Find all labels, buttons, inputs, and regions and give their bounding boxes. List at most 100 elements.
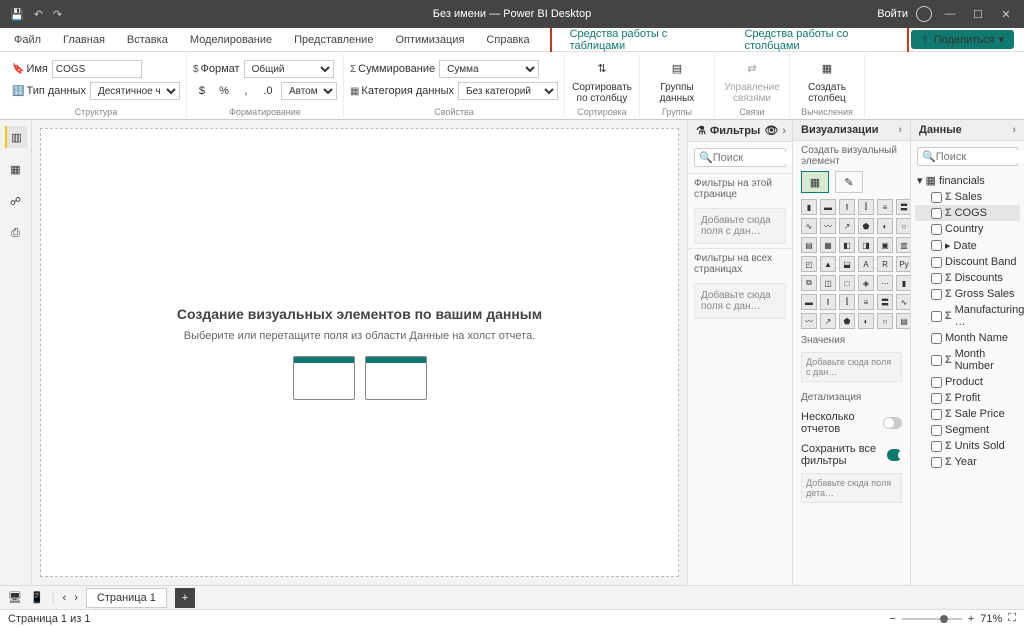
field-checkbox[interactable] — [931, 257, 942, 268]
zoom-slider[interactable] — [902, 618, 962, 620]
mobile-icon[interactable]: 📱 — [30, 591, 44, 604]
viz-type-button[interactable]: ⋯ — [877, 275, 893, 291]
data-view-button[interactable]: ▦ — [5, 158, 27, 180]
field-month number[interactable]: ΣMonth Number — [915, 346, 1020, 374]
tab-view[interactable]: Представление — [284, 31, 383, 49]
tab-column-tools[interactable]: Средства работы со столбцами — [726, 26, 906, 54]
viz-values-drop[interactable]: Добавьте сюда поля с дан… — [801, 352, 902, 382]
sort-column-button[interactable]: ⇅ Сортировать по столбцу — [571, 54, 633, 106]
field-year[interactable]: ΣYear — [915, 454, 1020, 470]
viz-type-button[interactable]: ▬ — [801, 294, 817, 310]
tab-help[interactable]: Справка — [476, 31, 539, 49]
chevron-right-icon[interactable]: ▸ — [945, 239, 951, 252]
name-input[interactable] — [52, 60, 142, 78]
collapse-icon[interactable]: › — [782, 125, 786, 137]
viz-type-button[interactable]: ◫ — [820, 275, 836, 291]
decimals-select[interactable]: Автома… — [281, 82, 337, 100]
viz-type-button[interactable]: ◐ — [877, 218, 893, 234]
viz-type-button[interactable]: ⫿ — [839, 294, 855, 310]
viz-type-button[interactable]: ≡ — [858, 294, 874, 310]
tab-home[interactable]: Главная — [53, 31, 115, 49]
viz-type-button[interactable]: ◰ — [801, 256, 817, 272]
page-tab-1[interactable]: Страница 1 — [86, 588, 167, 608]
viz-drill-drop[interactable]: Добавьте сюда поля дета… — [801, 473, 902, 503]
viz-type-button[interactable]: ▮ — [801, 199, 817, 215]
zoom-in-button[interactable]: + — [968, 613, 974, 625]
thousands-button[interactable]: , — [237, 82, 255, 100]
data-search-input[interactable] — [936, 151, 1024, 163]
cat-select[interactable]: Без категорий — [458, 82, 558, 100]
viz-type-button[interactable]: ⫾ — [820, 294, 836, 310]
field-checkbox[interactable] — [931, 425, 942, 436]
viz-type-button[interactable]: A — [858, 256, 874, 272]
percent-button[interactable]: % — [215, 82, 233, 100]
viz-type-button[interactable]: ⫿ — [858, 199, 874, 215]
field-checkbox[interactable] — [931, 240, 942, 251]
field-segment[interactable]: Segment — [915, 422, 1020, 438]
viz-type-button[interactable]: ▤ — [801, 237, 817, 253]
field-checkbox[interactable] — [931, 333, 942, 344]
tab-file[interactable]: Файл — [4, 31, 51, 49]
viz-type-button[interactable]: ▣ — [877, 237, 893, 253]
table-name[interactable]: financials — [939, 175, 985, 187]
viz-type-button[interactable]: 〰 — [820, 218, 836, 234]
collapse-icon[interactable]: › — [1012, 124, 1016, 136]
viz-type-button[interactable]: □ — [839, 275, 855, 291]
dax-view-button[interactable]: ⎙ — [5, 222, 27, 244]
viz-type-button[interactable]: ⧉ — [801, 275, 817, 291]
save-icon[interactable]: 💾 — [10, 8, 24, 21]
maximize-icon[interactable]: ☐ — [968, 8, 988, 21]
field-checkbox[interactable] — [931, 355, 942, 366]
field-checkbox[interactable] — [931, 457, 942, 468]
collapse-icon[interactable]: › — [898, 124, 902, 136]
viz-type-button[interactable]: ▲ — [820, 256, 836, 272]
viz-format-mode[interactable]: ✎ — [835, 171, 863, 193]
field-checkbox[interactable] — [931, 441, 942, 452]
viz-type-button[interactable]: ⬟ — [858, 218, 874, 234]
tab-optimize[interactable]: Оптимизация — [385, 31, 474, 49]
prev-page-icon[interactable]: ‹ — [63, 592, 67, 604]
viz-type-button[interactable]: ⬟ — [839, 313, 855, 329]
viz-type-button[interactable]: ↗ — [839, 218, 855, 234]
share-button[interactable]: ⇧ Поделиться ▾ — [911, 30, 1015, 49]
field-checkbox[interactable] — [931, 224, 942, 235]
new-column-button[interactable]: ▦ Создать столбец — [796, 54, 858, 106]
viz-type-button[interactable]: ⫾ — [839, 199, 855, 215]
field-sales[interactable]: ΣSales — [915, 189, 1020, 205]
viz-type-button[interactable]: ◈ — [858, 275, 874, 291]
viz-type-button[interactable]: ⬓ — [839, 256, 855, 272]
redo-icon[interactable]: ↷ — [53, 8, 62, 21]
user-icon[interactable] — [916, 6, 932, 22]
field-checkbox[interactable] — [931, 289, 942, 300]
desktop-icon[interactable]: 🖥 — [8, 591, 22, 604]
viz-multi-toggle[interactable] — [883, 417, 902, 429]
fit-icon[interactable]: ⛶ — [1008, 612, 1016, 625]
add-page-button[interactable]: + — [175, 588, 195, 608]
viz-type-button[interactable]: ▬ — [820, 199, 836, 215]
viz-keepall-toggle[interactable] — [887, 449, 902, 461]
chevron-down-icon[interactable]: ▾ — [917, 174, 923, 187]
relations-button[interactable]: ⇄ Управление связями — [721, 54, 783, 106]
field-manufacturing …[interactable]: ΣManufacturing … — [915, 302, 1020, 330]
field-checkbox[interactable] — [931, 192, 942, 203]
filters-page-drop[interactable]: Добавьте сюда поля с дан… — [694, 208, 786, 244]
viz-type-button[interactable]: ○ — [877, 313, 893, 329]
next-page-icon[interactable]: › — [74, 592, 78, 604]
viz-type-button[interactable]: 〓 — [877, 294, 893, 310]
model-view-button[interactable]: ☍ — [5, 190, 27, 212]
field-checkbox[interactable] — [931, 393, 942, 404]
viz-type-button[interactable]: ◐ — [858, 313, 874, 329]
field-checkbox[interactable] — [931, 377, 942, 388]
sum-select[interactable]: Сумма — [439, 60, 539, 78]
field-checkbox[interactable] — [931, 208, 942, 219]
field-sale price[interactable]: ΣSale Price — [915, 406, 1020, 422]
field-month name[interactable]: Month Name — [915, 330, 1020, 346]
report-view-button[interactable]: ▥ — [5, 126, 27, 148]
viz-build-mode[interactable]: ▦ — [801, 171, 829, 193]
field-checkbox[interactable] — [931, 273, 942, 284]
canvas-area[interactable]: Создание визуальных элементов по вашим д… — [32, 120, 687, 585]
tab-insert[interactable]: Вставка — [117, 31, 178, 49]
eye-icon[interactable]: 👁 — [764, 124, 778, 137]
close-icon[interactable]: ✕ — [996, 8, 1016, 21]
viz-type-button[interactable]: ◨ — [858, 237, 874, 253]
